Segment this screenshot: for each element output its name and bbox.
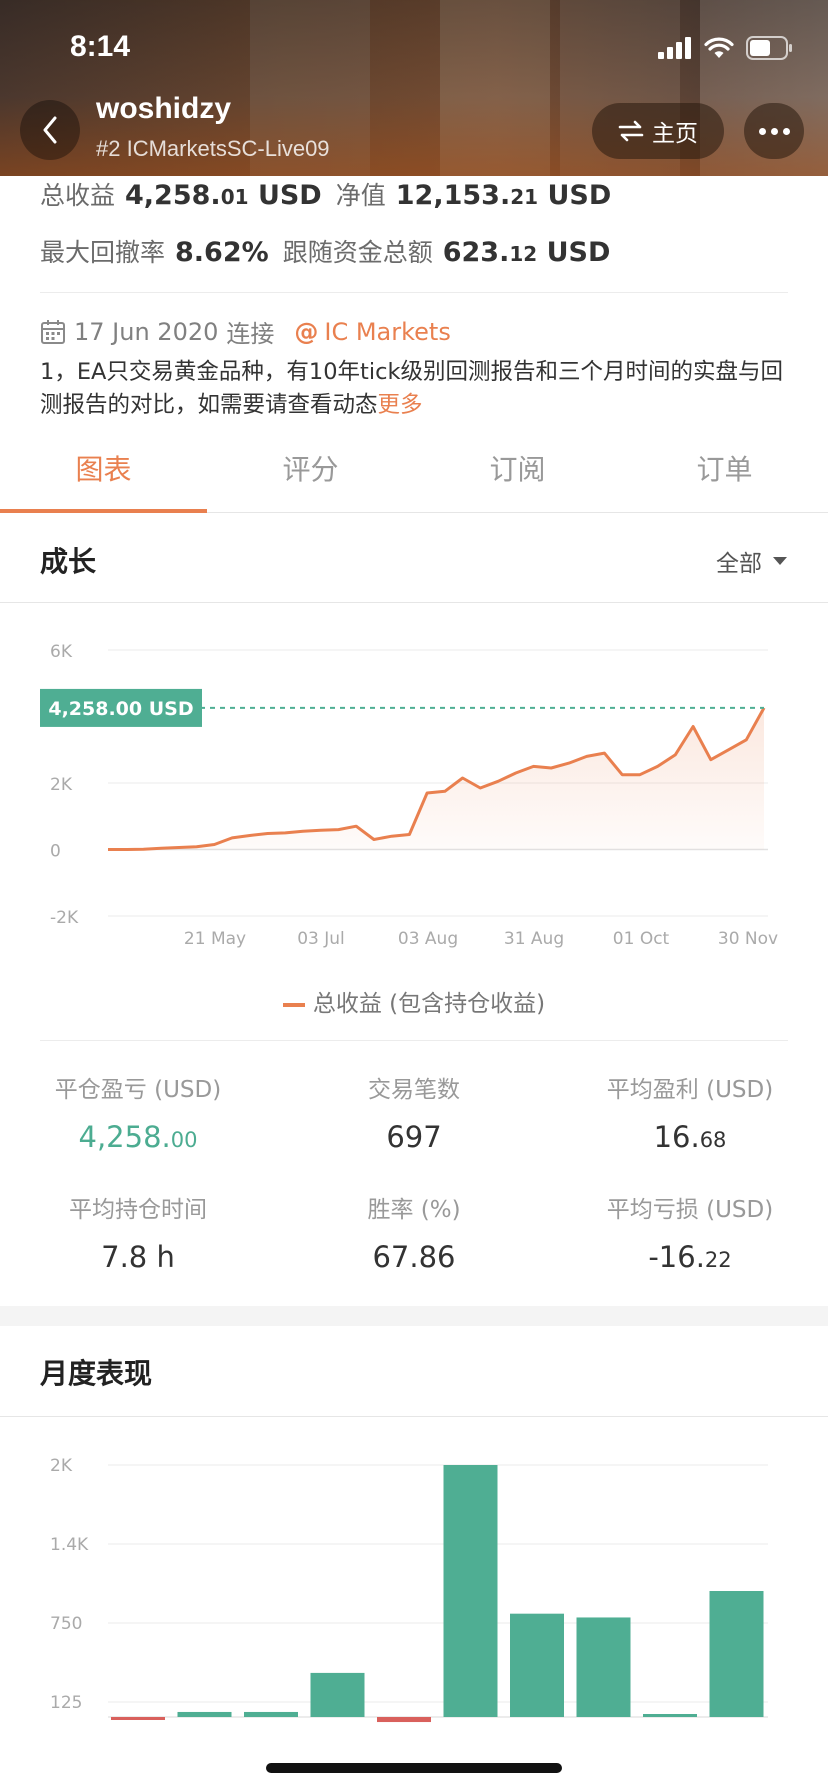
metric-closed-pnl: 平仓盈亏 (USD) 4,258.00 bbox=[54, 1077, 222, 1154]
metric-trade-count: 交易笔数 697 bbox=[368, 1077, 460, 1154]
battery-icon bbox=[746, 36, 792, 60]
monthly-bar bbox=[576, 1617, 631, 1717]
monthly-bar bbox=[643, 1714, 697, 1717]
equity-label: 净值 bbox=[335, 181, 386, 210]
current-value-text: 4,258.00 USD bbox=[48, 698, 193, 720]
y-tick-label: 1.4K bbox=[50, 1535, 89, 1555]
monthly-title: 月度表现 bbox=[40, 1357, 153, 1390]
connect-date: 17 Jun 2020 bbox=[74, 317, 219, 346]
total-profit-value: 4,258.01 USD bbox=[125, 180, 322, 211]
tab-orders[interactable]: 订单 bbox=[621, 440, 828, 512]
home-indicator bbox=[266, 1763, 562, 1773]
monthly-chart: 2K 1.4K 750 125 bbox=[50, 1456, 768, 1723]
monthly-bar bbox=[244, 1711, 298, 1717]
divider bbox=[40, 1040, 788, 1041]
y-tick-label: 2K bbox=[50, 1456, 73, 1476]
tab-bar: 图表 评分 订阅 订单 bbox=[0, 440, 828, 513]
monthly-bar bbox=[111, 1717, 165, 1720]
broker-link[interactable]: IC Markets bbox=[324, 318, 450, 346]
signal-icon bbox=[658, 37, 691, 59]
y-tick-label: 750 bbox=[50, 1614, 82, 1634]
follow-funds-value: 623.12 USD bbox=[442, 237, 611, 268]
range-filter-dropdown[interactable]: 全部 bbox=[716, 544, 788, 578]
max-drawdown-label: 最大回撤率 bbox=[40, 238, 166, 267]
metric-avg-loss: 平均亏损 (USD) -16.22 bbox=[606, 1197, 774, 1274]
max-drawdown-value: 8.62% bbox=[175, 237, 269, 268]
monthly-bar bbox=[177, 1711, 232, 1717]
more-link[interactable]: 更多 bbox=[378, 392, 423, 418]
range-filter-value: 全部 bbox=[716, 551, 762, 577]
stats-row-1: 总收益 4,258.01 USD 净值 12,153.21 USD bbox=[40, 176, 611, 212]
legend-label: 总收益 (包含持仓收益) bbox=[312, 991, 546, 1017]
account-name: woshidzy bbox=[96, 92, 232, 125]
y-tick-label: 0 bbox=[50, 842, 61, 862]
home-button-label: 主页 bbox=[652, 121, 698, 147]
status-icons bbox=[658, 34, 794, 62]
y-tick-label: -2K bbox=[50, 908, 79, 928]
strategy-description: 1，EA只交易黄金品种，有10年tick级别回测报告和三个月时间的实盘与回测报告… bbox=[40, 359, 784, 418]
home-button[interactable]: 主页 bbox=[592, 103, 724, 159]
swap-icon bbox=[618, 120, 644, 142]
more-options-button[interactable] bbox=[744, 103, 804, 159]
growth-chart: 6K 2K 0 -2K 4,258.00 USD 21 May 03 Jul 03 Aug 31… bbox=[40, 642, 778, 949]
y-tick-label: 2K bbox=[50, 775, 73, 795]
account-info-row: 17 Jun 2020 连接 @ IC Markets bbox=[40, 314, 451, 349]
metric-avg-profit: 平均盈利 (USD) 16.68 bbox=[606, 1077, 774, 1154]
growth-area bbox=[108, 707, 764, 850]
tab-chart[interactable]: 图表 bbox=[0, 440, 207, 513]
status-time: 8:14 bbox=[70, 30, 131, 63]
follow-funds-label: 跟随资金总额 bbox=[282, 238, 433, 267]
stats-row-2: 最大回撤率 8.62% 跟随资金总额 623.12 USD bbox=[40, 233, 610, 269]
x-tick-label: 01 Oct bbox=[613, 929, 670, 949]
divider bbox=[40, 292, 788, 293]
back-button[interactable] bbox=[20, 100, 80, 160]
caret-down-icon bbox=[773, 557, 787, 565]
y-tick-label: 6K bbox=[50, 642, 73, 662]
monthly-bar bbox=[443, 1465, 498, 1717]
section-separator bbox=[0, 1306, 828, 1326]
connected-label: 连接 bbox=[226, 320, 275, 348]
monthly-bar bbox=[510, 1613, 564, 1717]
chevron-left-icon bbox=[43, 116, 57, 144]
growth-legend: 总收益 (包含持仓收益) bbox=[0, 984, 828, 1018]
calendar-icon bbox=[41, 319, 65, 344]
y-tick-label: 125 bbox=[50, 1693, 82, 1713]
x-tick-label: 30 Nov bbox=[718, 929, 778, 949]
monthly-bar bbox=[377, 1717, 431, 1723]
total-profit-label: 总收益 bbox=[40, 181, 116, 210]
account-server: #2 ICMarketsSC-Live09 bbox=[96, 136, 330, 161]
profile-header: 8:14 woshidzy #2 ICMarketsSC-Live09 主页 bbox=[0, 0, 828, 176]
equity-value: 12,153.21 USD bbox=[395, 180, 612, 211]
tab-subscribe[interactable]: 订阅 bbox=[414, 440, 621, 512]
metric-win-rate: 胜率 (%) 67.86 bbox=[367, 1197, 461, 1274]
metric-avg-hold-time: 平均持仓时间 7.8 h bbox=[69, 1197, 207, 1274]
more-dots-icon bbox=[758, 127, 766, 135]
x-tick-label: 03 Aug bbox=[398, 929, 458, 949]
x-tick-label: 31 Aug bbox=[504, 929, 564, 949]
x-tick-label: 21 May bbox=[184, 929, 246, 949]
monthly-bar bbox=[709, 1591, 764, 1717]
monthly-bar bbox=[310, 1672, 365, 1717]
tab-rating[interactable]: 评分 bbox=[207, 440, 414, 512]
wifi-icon bbox=[704, 37, 734, 58]
growth-title: 成长 bbox=[40, 545, 97, 578]
at-icon: @ bbox=[294, 317, 319, 346]
x-tick-label: 03 Jul bbox=[297, 929, 345, 949]
legend-swatch bbox=[282, 1002, 305, 1007]
